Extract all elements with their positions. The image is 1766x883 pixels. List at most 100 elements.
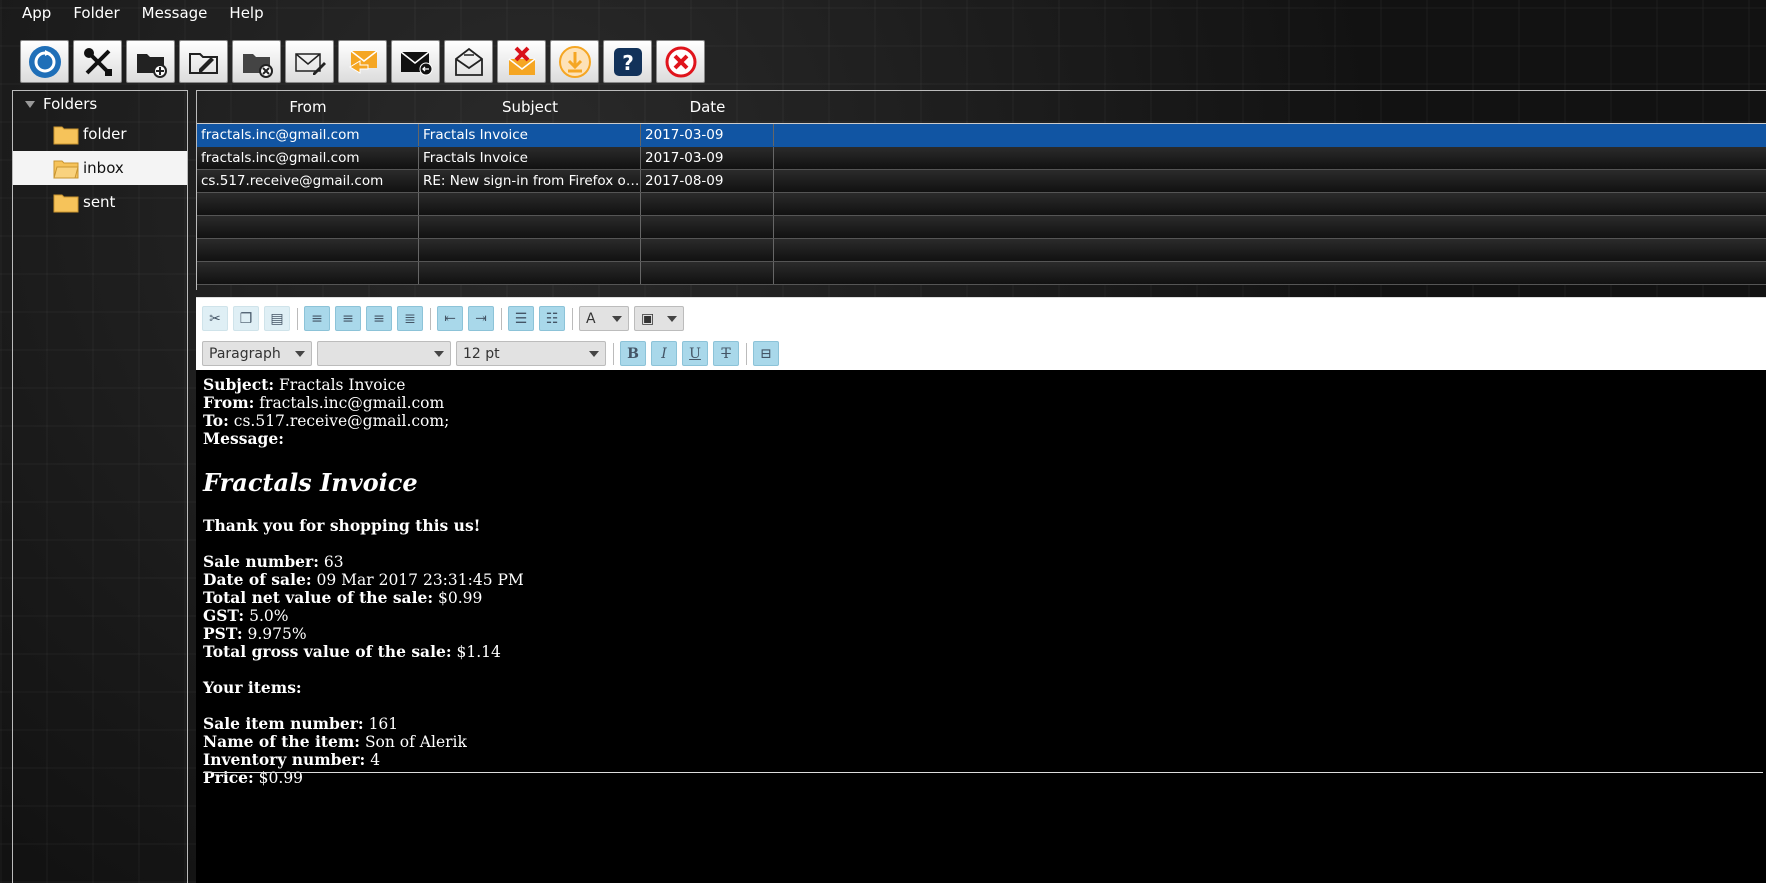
bold-button[interactable]: B [620, 341, 646, 366]
horizontal-rule-button[interactable]: ⊟ [753, 341, 779, 366]
chevron-down-icon [434, 350, 444, 357]
tools-icon [83, 47, 112, 76]
download-button[interactable] [550, 40, 599, 83]
tree-item-sent[interactable]: sent [13, 185, 187, 219]
thanks-line: Thank you for shopping this us! [203, 517, 1766, 535]
cell-empty [774, 239, 1766, 261]
tree-root[interactable]: Folders [13, 91, 187, 117]
cell-subject [419, 193, 641, 215]
table-row[interactable]: fractals.inc@gmail.com Fractals Invoice … [197, 147, 1766, 170]
folder-tree: Folders folder inbox sent [12, 90, 188, 883]
paragraph-style-select[interactable]: Paragraph [202, 341, 312, 366]
align-center-icon: ≡ [342, 310, 354, 327]
align-left-button[interactable]: ≡ [304, 306, 330, 331]
send-receive-button[interactable] [444, 40, 493, 83]
delete-message-icon [508, 46, 535, 75]
column-header-date[interactable]: Date [641, 91, 774, 123]
align-left-icon: ≡ [311, 310, 323, 327]
gst-line: GST: 5.0% [203, 607, 1766, 625]
menu-folder[interactable]: Folder [62, 0, 130, 26]
label: PST: [203, 624, 243, 643]
copy-button[interactable]: ❐ [233, 306, 259, 331]
label: From: [203, 393, 255, 412]
new-folder-button[interactable] [126, 40, 175, 83]
gross-value-line: Total gross value of the sale: $1.14 [203, 643, 1766, 661]
indent-button[interactable]: ⇥ [468, 306, 494, 331]
bullet-list-button[interactable]: ☰ [508, 306, 534, 331]
refresh-button[interactable] [20, 40, 69, 83]
paste-button[interactable]: ▤ [264, 306, 290, 331]
exit-button[interactable] [656, 40, 705, 83]
delete-message-button[interactable] [497, 40, 546, 83]
label: Total gross value of the sale: [203, 642, 452, 661]
table-row[interactable]: cs.517.receive@gmail.com RE: New sign-in… [197, 170, 1766, 193]
cell-date: 2017-03-09 [641, 147, 774, 169]
separator [297, 307, 298, 330]
expand-arrow-icon[interactable] [25, 100, 35, 108]
font-size-select[interactable]: 12 pt [456, 341, 606, 366]
outdent-button[interactable]: ⇤ [437, 306, 463, 331]
cut-button[interactable]: ✂ [202, 306, 228, 331]
net-value-line: Total net value of the sale: $0.99 [203, 589, 1766, 607]
align-right-button[interactable]: ≡ [366, 306, 392, 331]
label: Your items: [203, 678, 302, 697]
help-button[interactable]: ? [603, 40, 652, 83]
column-header-from[interactable]: From [197, 91, 419, 123]
cell-from [197, 262, 419, 284]
font-family-select[interactable] [317, 341, 451, 366]
reply-button[interactable] [338, 40, 387, 83]
message-table: From Subject Date fractals.inc@gmail.com… [196, 90, 1766, 290]
send-receive-icon [454, 47, 483, 76]
align-center-button[interactable]: ≡ [335, 306, 361, 331]
main-toolbar: ? [20, 40, 705, 83]
cell-date [641, 216, 774, 238]
cell-empty [774, 124, 1766, 146]
separator [501, 307, 502, 330]
message-content[interactable]: Subject: Fractals Invoice From: fractals… [196, 370, 1766, 883]
table-row[interactable]: fractals.inc@gmail.com Fractals Invoice … [197, 124, 1766, 147]
font-size-value: 12 pt [463, 345, 500, 362]
menu-message[interactable]: Message [131, 0, 219, 26]
underline-button[interactable]: U [682, 341, 708, 366]
refresh-icon [28, 45, 61, 78]
value: $0.99 [438, 589, 483, 607]
column-header-subject[interactable]: Subject [419, 91, 641, 123]
compose-button[interactable] [285, 40, 334, 83]
rename-folder-button[interactable] [179, 40, 228, 83]
thanks-text: Thank you for shopping this us! [203, 516, 481, 535]
cell-date [641, 262, 774, 284]
justify-button[interactable]: ≣ [397, 306, 423, 331]
item-number-line: Sale item number: 161 [203, 715, 1766, 733]
menu-bar: App Folder Message Help [0, 0, 275, 26]
label: Date of sale: [203, 570, 312, 589]
numbered-list-button[interactable]: ☷ [539, 306, 565, 331]
label: Inventory number: [203, 750, 366, 769]
tools-button[interactable] [73, 40, 122, 83]
tree-item-folder[interactable]: folder [13, 117, 187, 151]
align-right-icon: ≡ [373, 310, 385, 327]
highlight-color-dropdown[interactable]: ▣ [634, 306, 684, 331]
italic-button[interactable]: I [651, 341, 677, 366]
sale-date-line: Date of sale: 09 Mar 2017 23:31:45 PM [203, 571, 1766, 589]
strikethrough-button[interactable]: T [713, 341, 739, 366]
value: 63 [323, 553, 344, 571]
tree-root-label: Folders [43, 95, 98, 113]
cell-from: fractals.inc@gmail.com [197, 124, 419, 146]
copy-icon: ❐ [239, 310, 253, 327]
label: Subject: [203, 375, 275, 394]
menu-app[interactable]: App [0, 0, 62, 26]
menu-help[interactable]: Help [218, 0, 274, 26]
text-color-dropdown[interactable]: A [579, 306, 629, 331]
download-icon [558, 45, 591, 78]
sale-number-line: Sale number: 63 [203, 553, 1766, 571]
label: To: [203, 411, 229, 430]
table-header: From Subject Date [197, 91, 1766, 124]
tree-item-inbox[interactable]: inbox [13, 151, 187, 185]
forward-button[interactable] [391, 40, 440, 83]
cell-empty [774, 193, 1766, 215]
chevron-down-icon [612, 315, 622, 322]
value: 09 Mar 2017 23:31:45 PM [316, 571, 524, 589]
delete-folder-button[interactable] [232, 40, 281, 83]
